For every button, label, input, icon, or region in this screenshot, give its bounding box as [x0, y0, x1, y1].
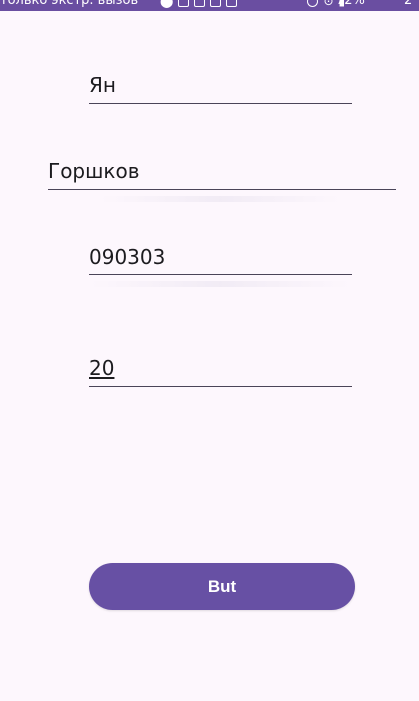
first-name-field[interactable]: Ян: [89, 72, 352, 104]
status-icons: ⬤ ⊙ ▮: [160, 0, 345, 10]
app-icon: [210, 0, 222, 7]
mic-icon: ⬤: [160, 0, 174, 8]
code-value: 090303: [89, 245, 166, 269]
number-underline: [89, 385, 352, 387]
first-name-underline: [89, 102, 352, 104]
code-underline: [89, 273, 352, 275]
code-field[interactable]: 090303: [89, 244, 352, 275]
location-icon: [307, 0, 319, 7]
ghost-underline: [100, 196, 340, 202]
carrier-text: только экстр. вызов: [0, 0, 139, 8]
but-button[interactable]: But: [89, 563, 355, 610]
ghost-underline: [90, 281, 350, 287]
first-name-value: Ян: [89, 73, 116, 97]
wifi-icon: ⊙: [323, 0, 334, 8]
status-bar: только экстр. вызов ⬤ ⊙ ▮ 72% 2: [0, 0, 419, 11]
message-icon: [226, 0, 238, 7]
number-field[interactable]: 20: [89, 355, 352, 387]
battery-level: 72%: [336, 0, 365, 8]
last-name-field[interactable]: Горшков: [48, 158, 396, 190]
last-name-underline: [48, 188, 396, 190]
clock: 2: [404, 0, 413, 8]
notification-icon: [178, 0, 190, 7]
last-name-value: Горшков: [48, 159, 140, 183]
image-icon: [194, 0, 206, 7]
number-value: 20: [89, 356, 115, 380]
